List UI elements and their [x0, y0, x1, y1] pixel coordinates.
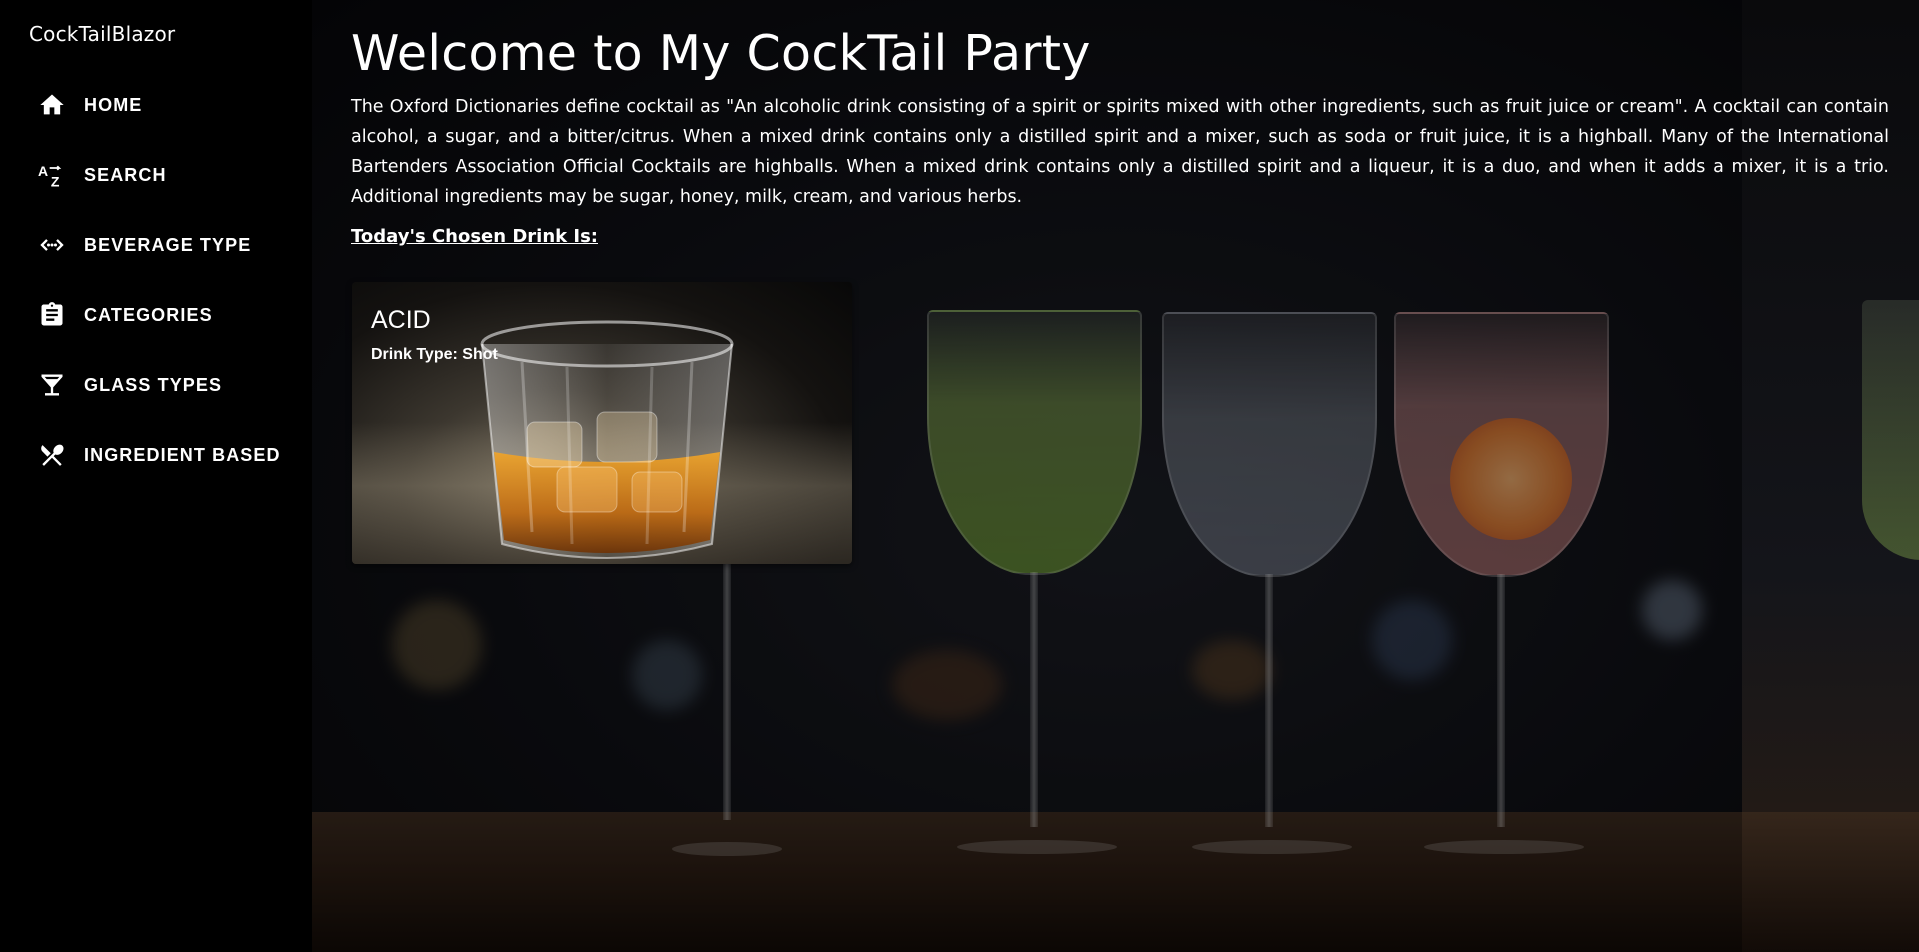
sidebar-item-search[interactable]: AZ SEARCH — [0, 140, 312, 210]
app-root: CockTailBlazor HOME AZ SEARCH BEVERAGE T… — [0, 0, 1919, 952]
utensils-icon — [38, 440, 68, 470]
clipboard-icon — [38, 300, 68, 330]
code-arrows-icon — [38, 230, 68, 260]
cocktail-glass-icon — [38, 370, 68, 400]
drink-card[interactable]: ACID Drink Type: Shot — [352, 282, 852, 564]
sort-az-icon: AZ — [38, 160, 68, 190]
page-title: Welcome to My CockTail Party — [351, 25, 1091, 82]
sidebar-item-label: HOME — [84, 94, 143, 115]
drink-type: Drink Type: Shot — [371, 346, 498, 363]
sidebar-item-label: GLASS TYPES — [84, 374, 223, 395]
chosen-drink-heading: Today's Chosen Drink Is: — [351, 226, 598, 247]
sidebar-nav: HOME AZ SEARCH BEVERAGE TYPE CATEGORIES — [0, 70, 312, 490]
sidebar: CockTailBlazor HOME AZ SEARCH BEVERAGE T… — [0, 0, 312, 952]
app-brand[interactable]: CockTailBlazor — [29, 22, 175, 46]
sidebar-item-label: SEARCH — [84, 164, 167, 185]
sidebar-item-home[interactable]: HOME — [0, 70, 312, 140]
svg-text:Z: Z — [51, 174, 60, 189]
drink-name: ACID — [371, 306, 431, 334]
sidebar-item-label: CATEGORIES — [84, 304, 213, 325]
sidebar-item-categories[interactable]: CATEGORIES — [0, 280, 312, 350]
sidebar-item-ingredient-based[interactable]: INGREDIENT BASED — [0, 420, 312, 490]
sidebar-item-label: BEVERAGE TYPE — [84, 234, 252, 255]
sidebar-item-beverage-type[interactable]: BEVERAGE TYPE — [0, 210, 312, 280]
home-icon — [38, 90, 68, 120]
main-content: Welcome to My CockTail Party The Oxford … — [351, 0, 1889, 247]
intro-paragraph: The Oxford Dictionaries define cocktail … — [351, 97, 1889, 207]
sidebar-item-glass-types[interactable]: GLASS TYPES — [0, 350, 312, 420]
sidebar-item-label: INGREDIENT BASED — [84, 444, 281, 465]
svg-text:A: A — [38, 163, 48, 179]
